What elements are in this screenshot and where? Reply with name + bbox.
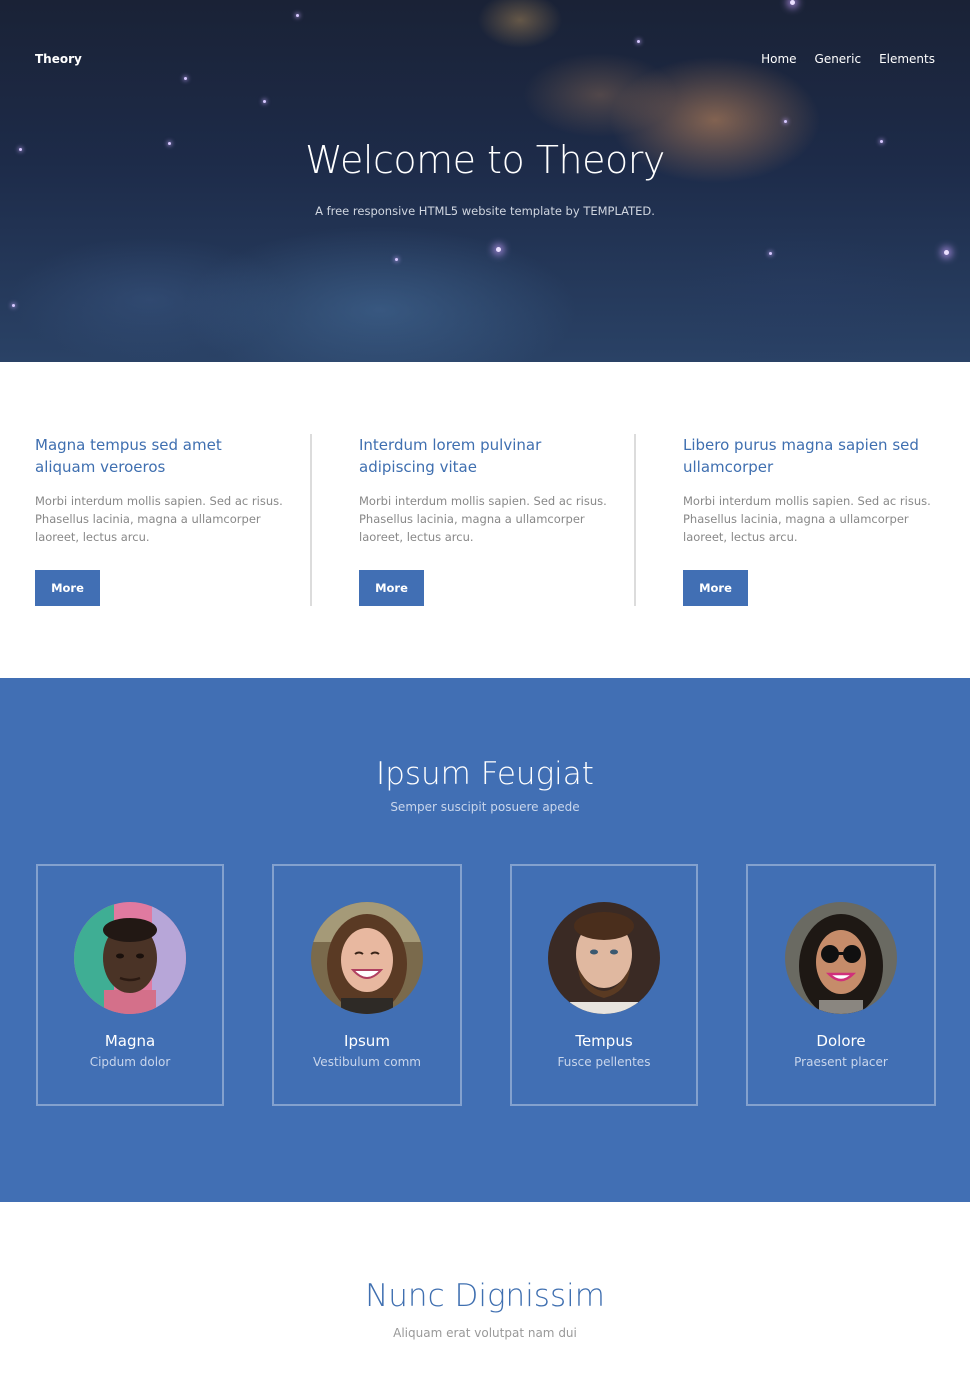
feature-title: Libero purus magna sapien sed ullamcorpe… (683, 436, 919, 476)
feature-item: Magna tempus sed amet aliquam veroeros M… (35, 434, 285, 606)
avatar (74, 902, 186, 1014)
person-photo-icon (548, 902, 660, 1014)
main-nav: Home Generic Elements (761, 52, 935, 66)
feature-item: Interdum lorem pulvinar adipiscing vitae… (359, 434, 609, 606)
member-role: Praesent placer (794, 1055, 888, 1069)
star-decoration (395, 258, 398, 261)
nav-generic[interactable]: Generic (815, 52, 862, 66)
star-decoration (184, 77, 187, 80)
section-subtitle: Aliquam erat volutpat nam dui (393, 1326, 577, 1340)
hero-banner: Theory Home Generic Elements Welcome to … (0, 0, 970, 362)
star-decoration (769, 252, 772, 255)
hero-subtitle: A free responsive HTML5 website template… (315, 204, 655, 218)
feature-title: Magna tempus sed amet aliquam veroeros (35, 436, 222, 476)
star-decoration (637, 40, 640, 43)
member-name: Dolore (816, 1032, 866, 1050)
feature-text: Morbi interdum mollis sapien. Sed ac ris… (683, 494, 931, 544)
star-decoration (790, 0, 795, 5)
team-member-card: Ipsum Vestibulum comm (272, 864, 462, 1106)
column-divider (310, 434, 312, 606)
member-role: Cipdum dolor (89, 1055, 171, 1069)
team-section: Ipsum Feugiat Semper suscipit posuere ap… (0, 678, 970, 1202)
nav-elements[interactable]: Elements (879, 52, 935, 66)
member-role: Vestibulum comm (313, 1055, 421, 1069)
person-photo-icon (785, 902, 897, 1014)
team-member-card: Tempus Fusce pellentes (510, 864, 698, 1106)
section-subtitle: Semper suscipit posuere apede (390, 800, 580, 814)
column-divider (634, 434, 636, 606)
feature-text: Morbi interdum mollis sapien. Sed ac ris… (35, 494, 283, 544)
star-decoration (12, 304, 15, 307)
more-button[interactable]: More (359, 570, 424, 606)
avatar (548, 902, 660, 1014)
features-section: Magna tempus sed amet aliquam veroeros M… (0, 362, 970, 678)
star-decoration (496, 247, 501, 252)
feature-text: Morbi interdum mollis sapien. Sed ac ris… (359, 494, 607, 544)
person-photo-icon (74, 902, 186, 1014)
team-member-card: Magna Cipdum dolor (36, 864, 224, 1106)
star-decoration (784, 120, 787, 123)
member-name: Tempus (575, 1032, 633, 1050)
star-decoration (944, 250, 949, 255)
hero-title: Welcome to Theory (305, 138, 665, 182)
member-name: Ipsum (344, 1032, 390, 1050)
team-member-card: Dolore Praesent placer (746, 864, 936, 1106)
section-title: Ipsum Feugiat (376, 756, 594, 792)
feature-item: Libero purus magna sapien sed ullamcorpe… (683, 434, 933, 606)
member-name: Magna (104, 1032, 156, 1050)
person-photo-icon (311, 902, 423, 1014)
avatar (785, 902, 897, 1014)
member-role: Fusce pellentes (557, 1055, 651, 1069)
avatar (311, 902, 423, 1014)
star-decoration (263, 100, 266, 103)
bottom-section: Nunc Dignissim Aliquam erat volutpat nam… (0, 1202, 970, 1380)
star-decoration (296, 14, 299, 17)
section-title: Nunc Dignissim (365, 1278, 605, 1314)
more-button[interactable]: More (35, 570, 100, 606)
more-button[interactable]: More (683, 570, 748, 606)
site-logo[interactable]: Theory (35, 52, 82, 66)
feature-title: Interdum lorem pulvinar adipiscing vitae (359, 436, 542, 476)
nav-home[interactable]: Home (761, 52, 796, 66)
